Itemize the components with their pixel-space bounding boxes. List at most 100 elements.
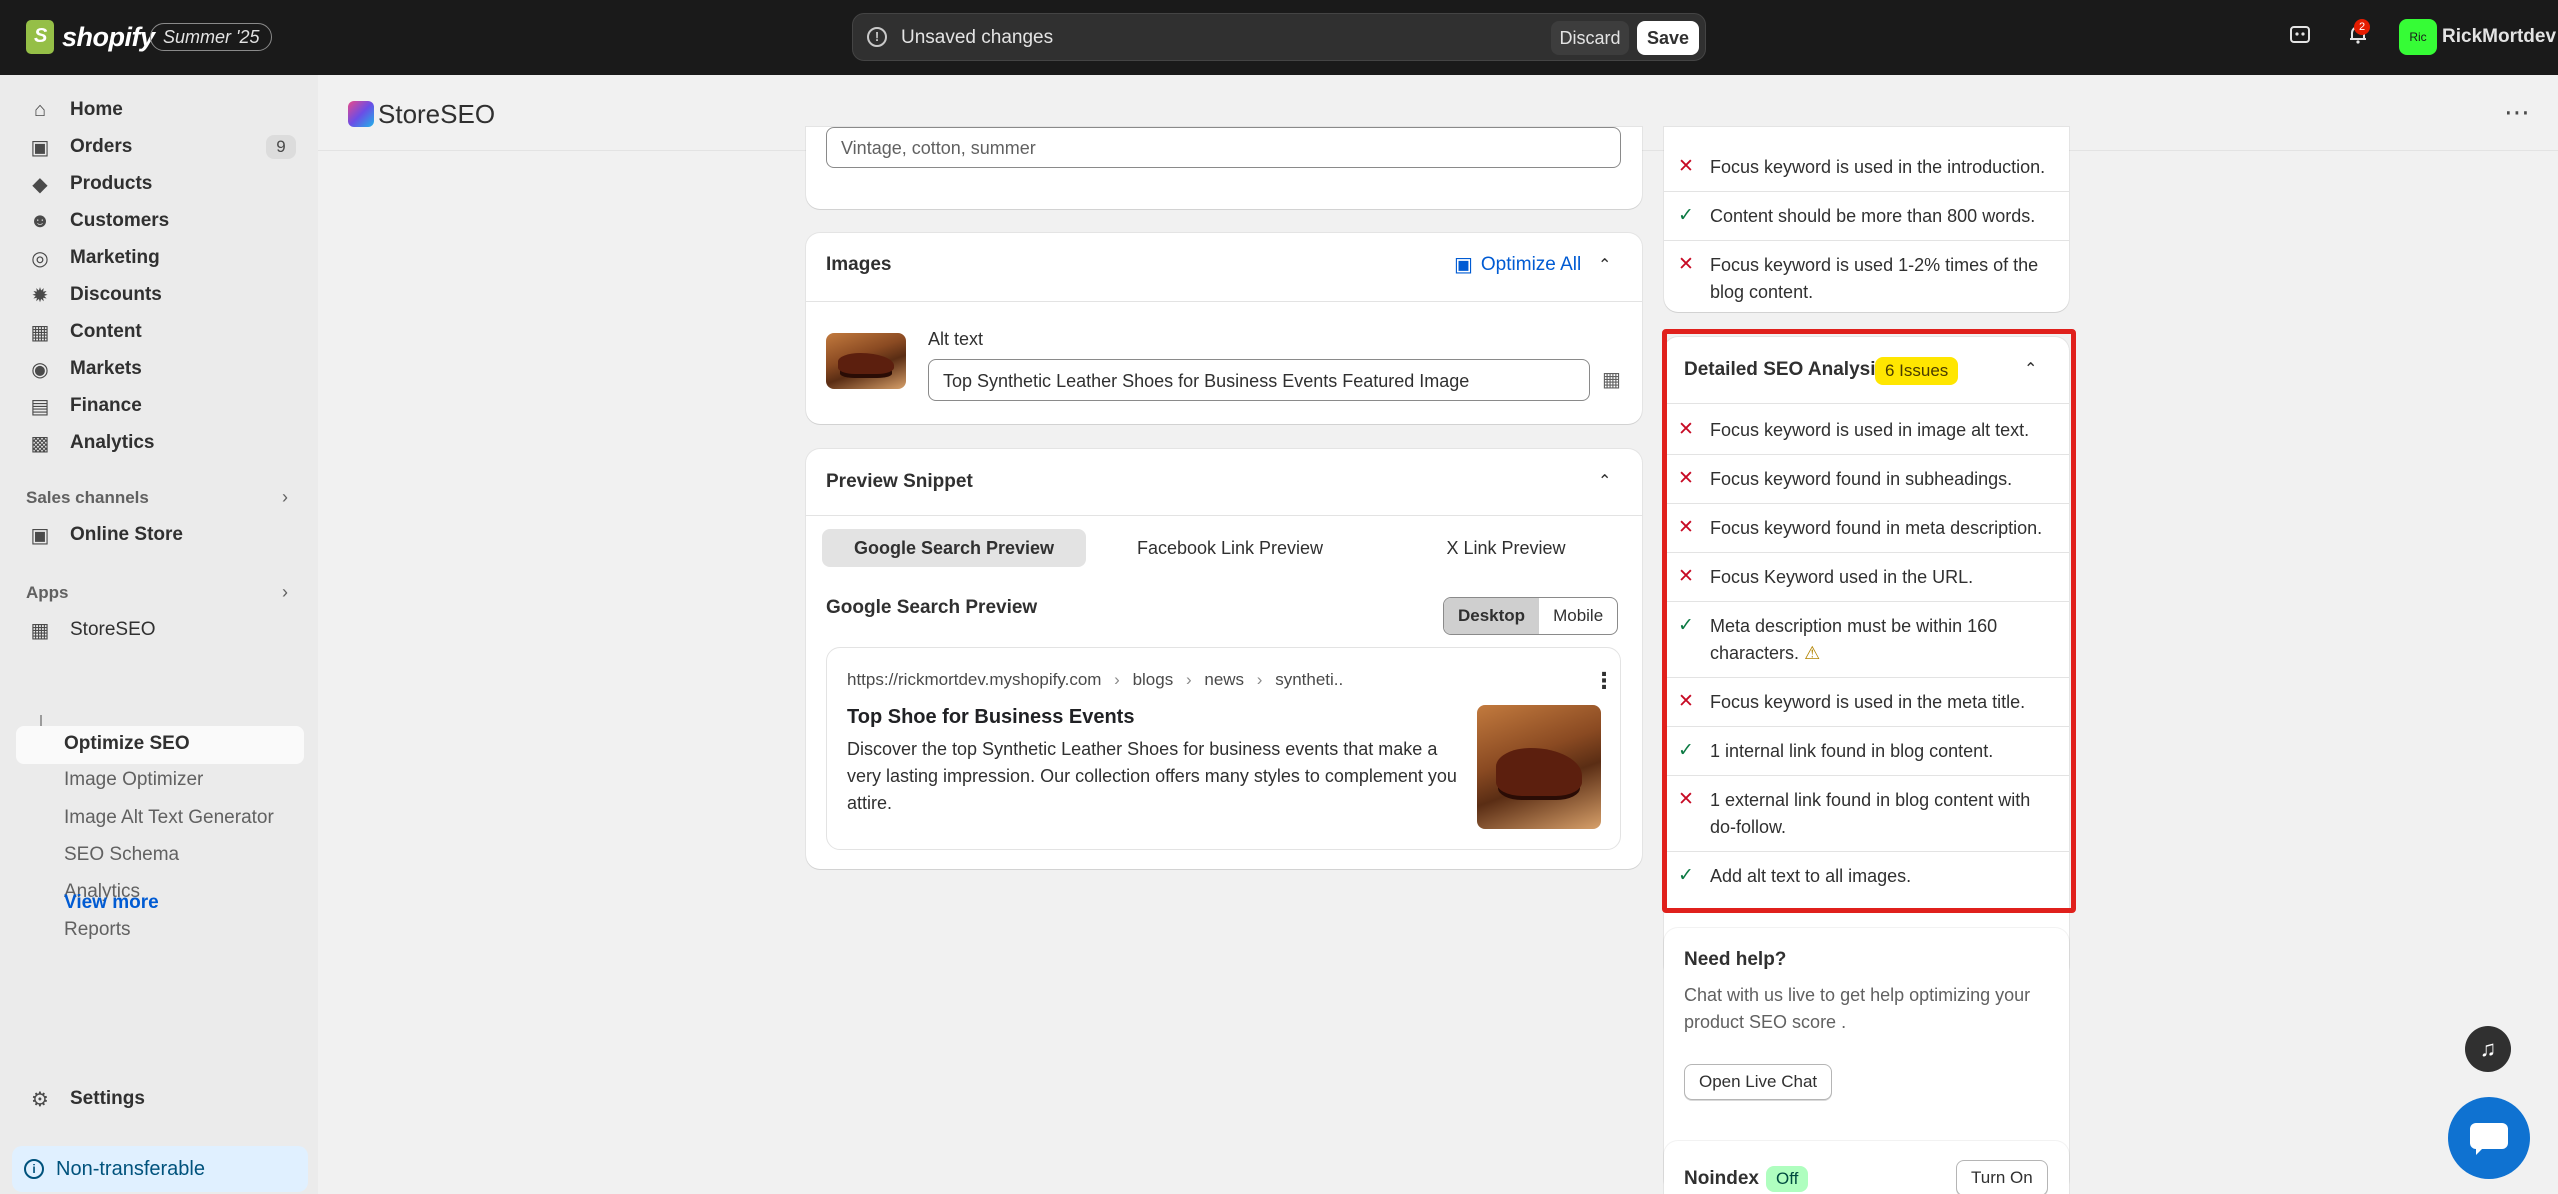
serp-url: https://rickmortdev.myshopify.com [847,670,1102,689]
sidebar-subitem-reports[interactable]: Reports [64,919,131,941]
info-icon: i [24,1159,44,1179]
alt-text-label: Alt text [928,329,984,349]
edition-badge[interactable]: Summer '25 [150,23,273,51]
sidebar-item-label: Home [70,99,123,120]
store-front-icon: ▣ [30,524,50,547]
check-row: ✕ Focus keyword found in meta descriptio… [1664,504,2069,553]
unsaved-changes-bar: ! Unsaved changes Discard Save [852,13,1706,61]
avatar[interactable]: Ric [2399,19,2437,55]
noindex-title: Noindex [1684,1168,1759,1189]
check-row: ✓ 1 internal link found in blog content. [1664,727,2069,776]
check-row: ✕ Focus Keyword used in the URL. [1664,553,2069,602]
top-bar: shopify Summer '25 ! Unsaved changes Dis… [0,0,2558,75]
open-live-chat-button[interactable]: Open Live Chat [1684,1064,1833,1100]
store-icon[interactable] [2285,22,2315,52]
google-serp-preview: https://rickmortdev.myshopify.com › blog… [826,647,1621,850]
ai-generate-icon[interactable]: ▦ [1602,367,1621,392]
noindex-status-badge: Off [1766,1166,1809,1192]
sidebar-item-label: StoreSEO [70,619,156,640]
alt-text-input[interactable]: Top Synthetic Leather Shoes for Business… [928,359,1590,401]
sidebar-item-storeseo[interactable]: ▦ StoreSEO [16,612,304,648]
divider [806,301,1642,302]
chevron-up-icon[interactable]: ⌃ [1598,471,1611,491]
sidebar-item-analytics[interactable]: ▩ Analytics [16,425,304,461]
notification-bell-fab-icon[interactable]: ♫ [2465,1026,2511,1072]
sidebar-item-content[interactable]: ▦ Content [16,314,304,350]
username[interactable]: RickMortdev [2442,26,2556,48]
non-transferable-label: Non-transferable [56,1158,205,1180]
tab-x-link-preview[interactable]: X Link Preview [1374,529,1638,567]
chevron-right-icon[interactable]: › [282,582,288,603]
storeseo-logo-icon [348,101,374,127]
serp-thumbnail [1477,705,1601,829]
tags-input-value: Vintage, cotton, summer [841,138,1036,158]
sidebar-subitem-alt-text-generator[interactable]: Image Alt Text Generator [64,807,274,829]
sidebar-item-customers[interactable]: ☻ Customers [16,203,304,239]
notification-count-badge: 2 [2354,19,2370,35]
sidebar-item-label: Orders [70,136,133,157]
tab-facebook-link-preview[interactable]: Facebook Link Preview [1098,529,1362,567]
chevron-right-icon[interactable]: › [282,487,288,508]
serp-title: Top Shoe for Business Events [847,706,1135,728]
tag-icon: ◆ [32,173,48,196]
non-transferable-banner[interactable]: i Non-transferable [12,1146,308,1192]
turn-on-button[interactable]: Turn On [1956,1160,2048,1194]
sidebar-item-label: Discounts [70,284,162,305]
discard-button[interactable]: Discard [1551,21,1629,55]
sidebar-item-label: Settings [70,1088,145,1109]
tab-google-search-preview[interactable]: Google Search Preview [822,529,1086,567]
sidebar-subitem-image-optimizer[interactable]: Image Optimizer [64,769,203,791]
cross-icon: ✕ [1678,254,1694,275]
preview-card-title: Preview Snippet [826,471,973,492]
check-text: Focus keyword is used in the meta title. [1710,692,2026,712]
apps-heading[interactable]: Apps [26,583,69,603]
serp-crumb: syntheti.. [1275,670,1344,689]
google-preview-subtitle: Google Search Preview [826,597,1038,618]
storeseo-app-icon: ▦ [30,619,50,642]
breadcrumb-chevron-icon: › [1256,670,1263,689]
serp-crumb: news [1204,670,1245,689]
sidebar-item-orders[interactable]: ▣ Orders 9 [16,129,304,165]
sidebar-item-home[interactable]: ⌂ Home [16,92,304,128]
cross-icon: ✕ [1678,419,1694,440]
chevron-up-icon[interactable]: ⌃ [1598,255,1611,275]
cross-icon: ✕ [1678,691,1694,712]
images-card: Images ▣ Optimize All ⌃ Alt text Top Syn… [806,233,1642,424]
desktop-option[interactable]: Desktop [1444,598,1540,634]
shopify-logo[interactable]: shopify [26,20,155,54]
gear-icon: ⚙ [31,1088,49,1111]
sidebar-item-label: Online Store [70,524,183,545]
images-card-title: Images [826,254,892,275]
optimize-all-button[interactable]: ▣ Optimize All [1454,252,1581,277]
sidebar: ⌂ Home ▣ Orders 9 ◆ Products ☻ Customers… [0,75,318,1194]
checkmark-icon: ✓ [1678,205,1694,226]
sidebar-subitem-label[interactable]: Optimize SEO [64,733,190,755]
check-row: ✓ Add alt text to all images. [1664,852,2069,901]
checkmark-icon: ✓ [1678,740,1694,761]
sidebar-item-markets[interactable]: ◉ Markets [16,351,304,387]
check-text: 1 internal link found in blog content. [1710,741,1994,761]
mobile-option[interactable]: Mobile [1539,598,1617,634]
sidebar-item-products[interactable]: ◆ Products [16,166,304,202]
sidebar-item-discounts[interactable]: ✹ Discounts [16,277,304,313]
save-button[interactable]: Save [1637,21,1699,55]
sidebar-item-online-store[interactable]: ▣ Online Store [16,517,304,553]
tags-input[interactable]: Vintage, cotton, summer [826,127,1621,168]
kebab-menu-icon[interactable]: ⋮ [1593,668,1615,694]
view-more-link[interactable]: View more [64,892,159,914]
sidebar-subitem-seo-schema[interactable]: SEO Schema [64,844,179,866]
sidebar-item-settings[interactable]: ⚙ Settings [16,1081,304,1117]
discount-icon: ✹ [31,284,49,307]
sidebar-item-marketing[interactable]: ◎ Marketing [16,240,304,276]
live-chat-fab-icon[interactable] [2448,1097,2530,1179]
chevron-up-icon[interactable]: ⌃ [2024,359,2037,379]
check-text: Add alt text to all images. [1710,866,1912,886]
check-text: Focus keyword is used in image alt text. [1710,420,2030,440]
check-text: Focus keyword is used 1-2% times of the … [1710,255,2039,302]
more-actions-icon[interactable]: ⋯ [2504,97,2530,128]
check-row: ✕ Focus keyword is used in the meta titl… [1664,678,2069,727]
check-row: ✓ Meta description must be within 160 ch… [1664,602,2069,678]
serp-crumb: blogs [1132,670,1174,689]
sidebar-item-finance[interactable]: ▤ Finance [16,388,304,424]
sales-channels-heading[interactable]: Sales channels [26,488,149,508]
